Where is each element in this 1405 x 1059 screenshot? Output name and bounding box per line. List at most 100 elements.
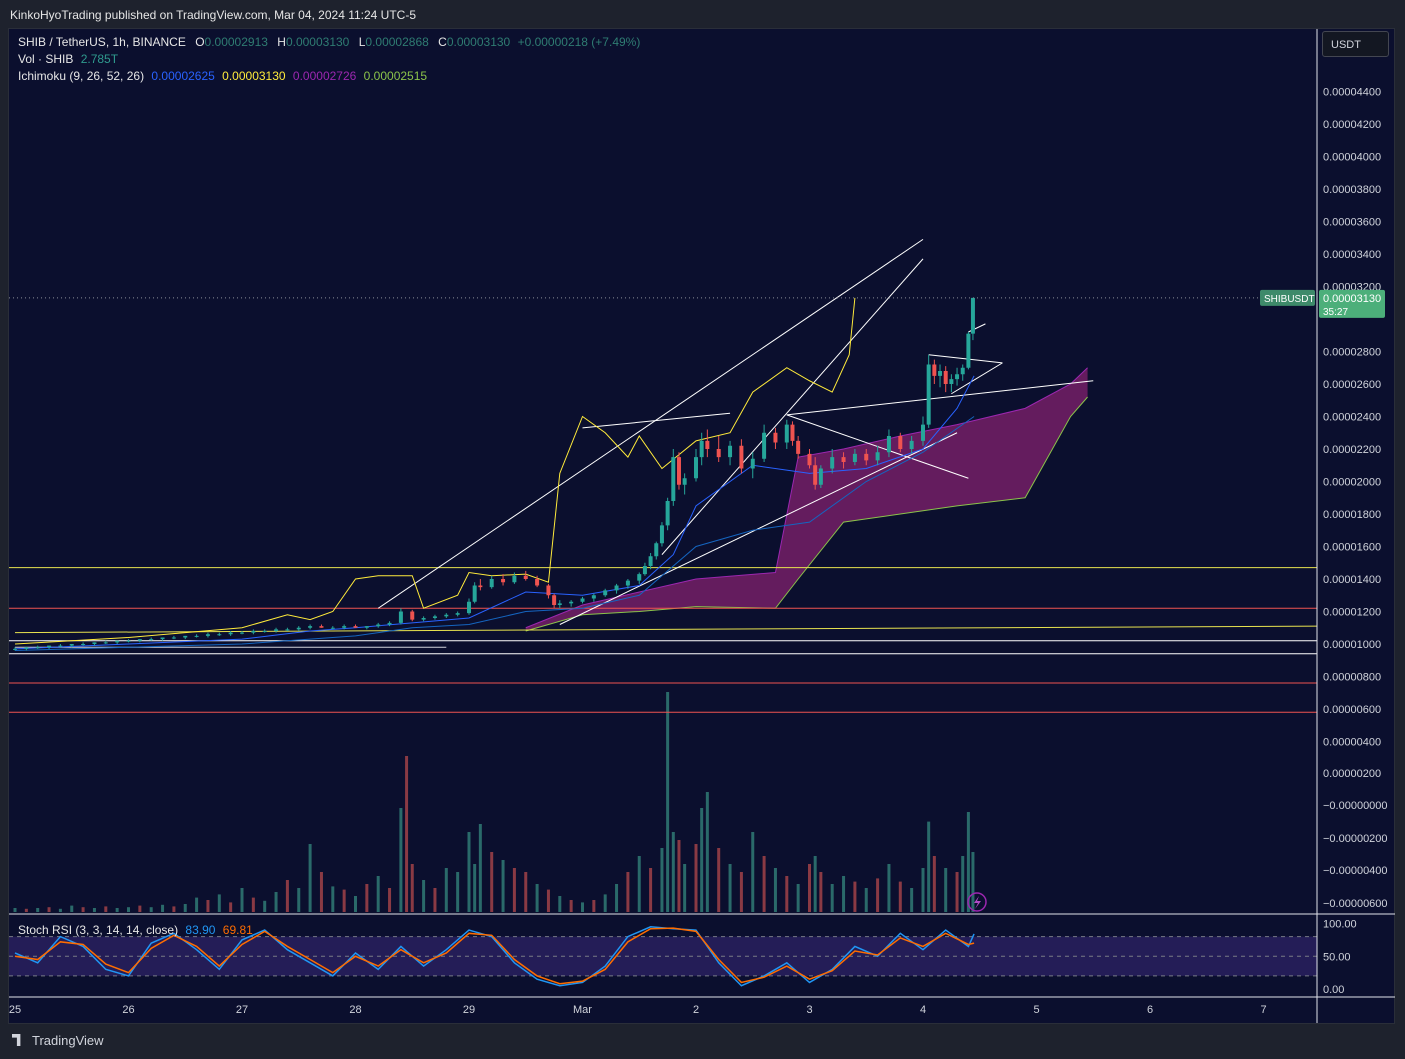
stoch-label[interactable]: Stoch RSI (3, 3, 14, 14, close) <box>18 923 178 937</box>
volume-bar <box>229 902 233 912</box>
volume-bar <box>921 868 925 912</box>
ichimoku-label[interactable]: Ichimoku (9, 26, 52, 26) <box>18 69 144 83</box>
candle-body <box>535 579 540 586</box>
volume-bar <box>887 864 891 912</box>
candle-body <box>501 579 506 583</box>
candle-body <box>353 626 358 628</box>
price-tick-label: 0.00000600 <box>1323 704 1381 716</box>
candle-body <box>762 432 767 459</box>
volume-bar <box>853 881 857 912</box>
candle-body <box>970 297 975 334</box>
volume-bar <box>717 848 721 912</box>
volume-bar <box>671 832 675 912</box>
tradingview-logo[interactable]: TradingView <box>12 1033 104 1048</box>
price-tick-label: 0.00001200 <box>1323 607 1381 619</box>
volume-bar <box>490 852 494 912</box>
volume-label[interactable]: Vol · SHIB <box>18 52 73 66</box>
volume-bar <box>501 860 505 912</box>
candle-body <box>790 424 795 441</box>
volume-bar <box>592 900 596 912</box>
candle-body <box>13 648 17 650</box>
volume-bar <box>700 808 704 912</box>
open-value: 0.00002913 <box>204 35 268 49</box>
volume-bar <box>127 907 130 912</box>
volume-bar <box>365 884 369 912</box>
candle-body <box>739 445 744 469</box>
candle-body <box>69 644 74 646</box>
candle-body <box>319 626 324 628</box>
candle-body <box>285 629 290 631</box>
candle-body <box>642 566 647 575</box>
trend-line <box>14 625 1317 634</box>
price-tick-label: 0.00002400 <box>1323 412 1381 424</box>
ohlc-legend: SHIB / TetherUS, 1h, BINANCE O0.00002913… <box>18 35 640 49</box>
volume-bar <box>240 888 244 912</box>
ichimoku-tenkan-value: 0.00002625 <box>151 69 215 83</box>
candle-body <box>676 457 681 485</box>
candle-body <box>807 453 812 466</box>
volume-bar <box>24 908 28 912</box>
high-label: H <box>277 35 286 49</box>
candle-body <box>228 632 233 635</box>
volume-bar <box>581 902 584 912</box>
price-tick-label: 0.00003400 <box>1323 249 1381 261</box>
candle-body <box>921 424 925 441</box>
volume-bar <box>422 880 426 912</box>
ichimoku-legend: Ichimoku (9, 26, 52, 26) 0.00002625 0.00… <box>18 69 427 83</box>
candle-body <box>376 624 381 627</box>
time-tick-label: 27 <box>236 1004 248 1016</box>
candle-body <box>35 647 40 649</box>
currency-select-button[interactable]: USDT <box>1322 31 1389 57</box>
candle-body <box>830 457 835 469</box>
candle-body <box>818 468 823 485</box>
chart-canvas[interactable]: 0.00004400 0.00004200 0.00004000 0.00003800… <box>0 0 1405 1059</box>
volume-bar <box>932 856 936 912</box>
volume-bar <box>535 884 539 912</box>
candle-body <box>864 453 869 461</box>
time-tick-label: 4 <box>920 1004 926 1016</box>
candle-body <box>557 603 562 605</box>
candle-body <box>92 642 97 644</box>
volume-bar <box>694 844 698 912</box>
volume-value: 2.785T <box>80 52 119 66</box>
candle-body <box>478 585 483 588</box>
volume-bar <box>478 824 482 912</box>
candle-body <box>659 525 664 544</box>
candle-body <box>784 424 789 443</box>
time-tick-label: 28 <box>349 1004 361 1016</box>
price-tick-label: 0.00000800 <box>1323 672 1381 684</box>
tradingview-label: TradingView <box>32 1033 104 1048</box>
candle-body <box>694 457 698 479</box>
candle-body <box>523 575 528 579</box>
ichimoku-chikou-value: 0.00003130 <box>222 69 286 83</box>
symbol-title[interactable]: SHIB / TetherUS, 1h, BINANCE <box>18 35 186 49</box>
volume-bar <box>92 908 96 912</box>
volume-bar <box>961 856 965 912</box>
volume-bar <box>263 900 267 912</box>
candle-body <box>149 639 154 641</box>
stoch-tick-label: 100.00 <box>1323 919 1357 931</box>
volume-bar <box>637 856 641 912</box>
volume-bar <box>705 792 709 912</box>
stoch-tick-label: 0.00 <box>1323 984 1344 996</box>
time-tick-label: 26 <box>122 1004 134 1016</box>
price-tick-label: 0.00002200 <box>1323 444 1381 456</box>
candle-body <box>342 626 347 628</box>
volume-bar <box>319 872 323 912</box>
change-value: +0.00000218 (+7.49%) <box>517 35 641 49</box>
candle-body <box>938 371 943 376</box>
volume-bar <box>569 900 573 912</box>
candle-body <box>728 445 733 458</box>
price-tick-label: 0.00002000 <box>1323 477 1381 489</box>
candle-body <box>171 637 176 639</box>
volume-bar <box>971 852 975 912</box>
high-value: 0.00003130 <box>285 35 350 49</box>
trend-line <box>377 238 924 609</box>
candle-body <box>398 611 403 623</box>
volume-bar <box>785 876 789 912</box>
price-tick-label: −0.00000600 <box>1323 898 1388 910</box>
candle-body <box>665 501 670 526</box>
volume-bar <box>813 856 817 912</box>
candle-body <box>47 645 52 648</box>
price-tick-label: 0.00002800 <box>1323 347 1381 359</box>
